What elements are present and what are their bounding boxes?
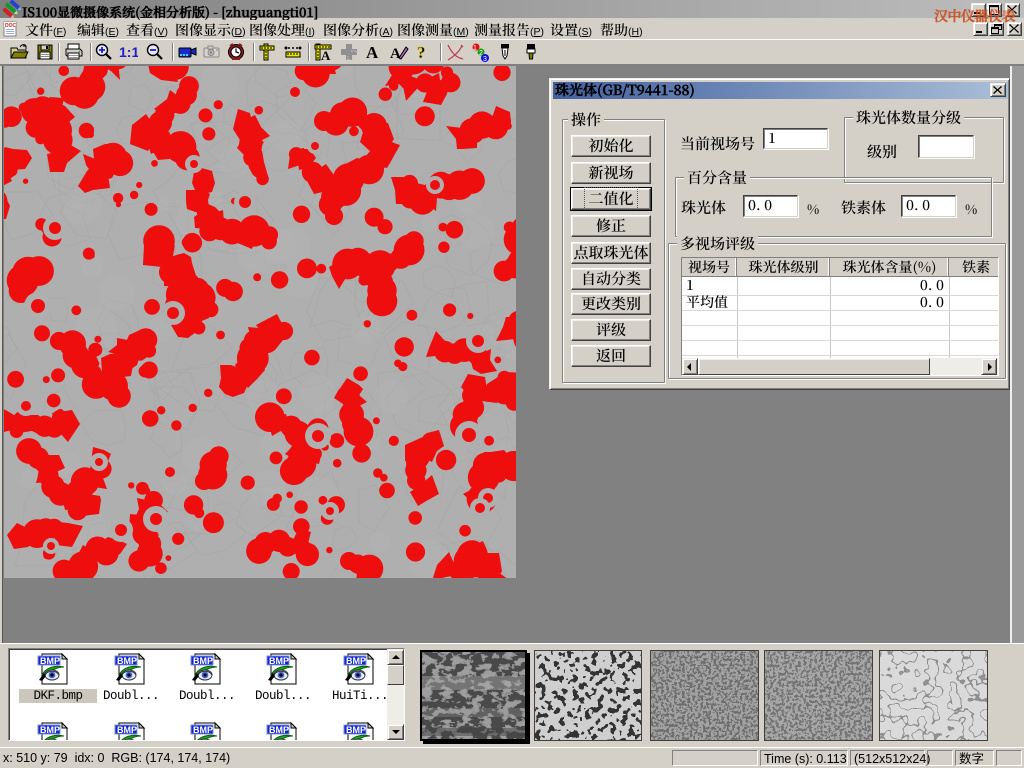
svg-text:A: A bbox=[366, 43, 379, 62]
svg-text:BMP: BMP bbox=[117, 656, 137, 666]
svg-text:DOC: DOC bbox=[5, 23, 17, 29]
svg-text:1: 1 bbox=[473, 45, 477, 52]
svg-text:BMP: BMP bbox=[269, 656, 289, 666]
svg-text:BMP: BMP bbox=[269, 725, 289, 735]
svg-text:0. 0: 0. 0 bbox=[920, 292, 944, 312]
svg-text:BMP: BMP bbox=[346, 725, 366, 735]
svg-text:A: A bbox=[321, 48, 331, 62]
svg-text:BMP: BMP bbox=[193, 656, 213, 666]
svg-text:BMP: BMP bbox=[40, 725, 60, 735]
svg-text:平均值: 平均值 bbox=[686, 292, 728, 312]
svg-text:BMP: BMP bbox=[346, 656, 366, 666]
svg-text:A: A bbox=[390, 46, 401, 62]
svg-text:3: 3 bbox=[483, 56, 487, 62]
svg-text:1:1: 1:1 bbox=[119, 44, 138, 60]
svg-text:?: ? bbox=[417, 43, 426, 62]
svg-text:BMP: BMP bbox=[40, 656, 60, 666]
svg-text:BMP: BMP bbox=[193, 725, 213, 735]
svg-text:BMP: BMP bbox=[117, 725, 137, 735]
